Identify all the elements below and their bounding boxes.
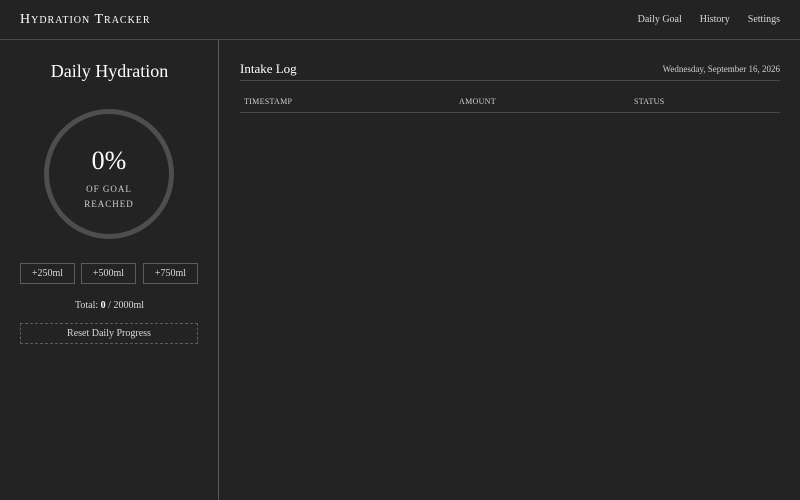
main-nav: Daily Goal History Settings (638, 14, 780, 25)
column-timestamp: TIMESTAMP (244, 97, 293, 106)
column-status: STATUS (634, 97, 665, 106)
add-250ml-button[interactable]: +250ml (20, 263, 75, 284)
progress-ring: 0% OF GOAL REACHED (44, 109, 174, 239)
log-table-header: TIMESTAMP AMOUNT STATUS (240, 97, 780, 113)
progress-caption-line2: REACHED (84, 199, 134, 209)
total-prefix: Total: (74, 300, 99, 311)
hydration-panel: Daily Hydration 0% OF GOAL REACHED +250m… (0, 40, 219, 500)
top-bar: Hydration Tracker Daily Goal History Set… (0, 0, 800, 40)
intake-log-panel: Intake Log Wednesday, September 16, 2026… (220, 40, 800, 500)
nav-settings[interactable]: Settings (748, 14, 780, 25)
progress-caption-line1: OF GOAL (86, 184, 132, 194)
header-divider (240, 80, 780, 81)
add-750ml-button[interactable]: +750ml (143, 263, 198, 284)
panel-title: Daily Hydration (50, 61, 169, 81)
progress-caption: OF GOAL REACHED (74, 182, 144, 212)
total-separator: / (108, 300, 111, 311)
total-summary: Total: 0 / 2000ml (0, 300, 219, 311)
total-goal: 2000ml (113, 300, 145, 311)
reset-progress-button[interactable]: Reset Daily Progress (20, 323, 198, 344)
progress-percent: 0% (91, 146, 127, 175)
current-date: Wednesday, September 16, 2026 (662, 64, 780, 74)
nav-daily-goal[interactable]: Daily Goal (638, 14, 682, 25)
nav-history[interactable]: History (700, 14, 730, 25)
app-title: Hydration Tracker (20, 12, 151, 27)
total-current: 0 (100, 300, 106, 311)
add-500ml-button[interactable]: +500ml (81, 263, 136, 284)
intake-log-title: Intake Log (240, 61, 297, 76)
column-amount: AMOUNT (459, 97, 496, 106)
